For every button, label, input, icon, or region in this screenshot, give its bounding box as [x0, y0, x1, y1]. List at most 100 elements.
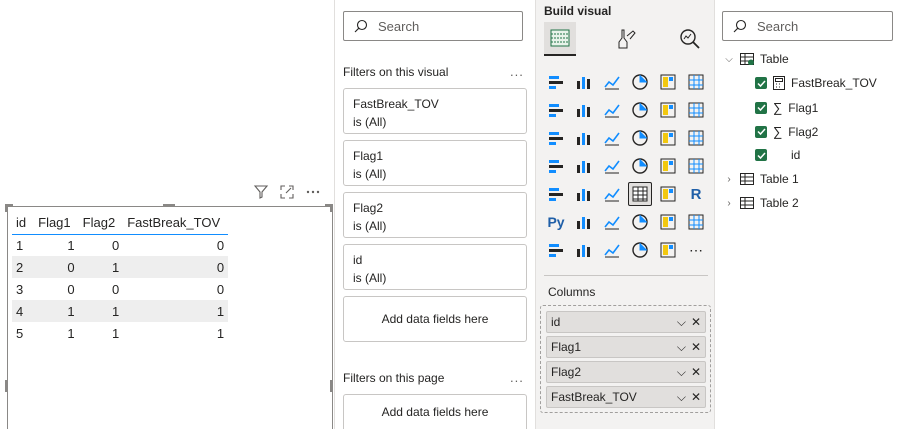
map-icon[interactable]: [544, 154, 568, 178]
chevron-icon[interactable]: [656, 238, 680, 262]
add-data-fields-page[interactable]: Add data fields here: [343, 394, 527, 429]
python-visual-icon[interactable]: Py: [544, 210, 568, 234]
clustered-bar-icon[interactable]: [600, 70, 624, 94]
data-pane: Search ⌵ Table FastBreak_TOV ∑ Flag1 ∑ F…: [715, 0, 897, 429]
waterfall-icon[interactable]: [544, 126, 568, 150]
close-icon[interactable]: ✕: [691, 365, 701, 380]
close-icon[interactable]: ✕: [691, 390, 701, 405]
tree-table-main[interactable]: ⌵ Table: [724, 52, 788, 66]
filter-card-fastbreak[interactable]: FastBreak_TOV is (All): [343, 88, 527, 134]
power-apps-icon[interactable]: [572, 238, 596, 262]
chevron-down-icon[interactable]: ⌵: [724, 54, 734, 65]
line-clustered-icon[interactable]: [656, 98, 680, 122]
matrix-icon[interactable]: [656, 182, 680, 206]
donut-icon[interactable]: [656, 126, 680, 150]
filter-icon[interactable]: [253, 184, 269, 203]
table-icon[interactable]: [628, 182, 652, 206]
table-cell: 1: [34, 300, 79, 322]
resize-handle[interactable]: [330, 380, 333, 392]
area-chart-icon[interactable]: [572, 98, 596, 122]
add-data-fields-visual[interactable]: Add data fields here: [343, 296, 527, 342]
column-header[interactable]: FastBreak_TOV: [123, 212, 229, 235]
filled-map-icon[interactable]: [572, 154, 596, 178]
more-options-icon[interactable]: ...: [510, 64, 524, 79]
filter-card-flag1[interactable]: Flag1 is (All): [343, 140, 527, 186]
column-header[interactable]: Flag1: [34, 212, 79, 235]
metrics-icon[interactable]: [684, 210, 708, 234]
scatter-icon[interactable]: [600, 126, 624, 150]
checkbox-checked-icon[interactable]: [755, 149, 767, 161]
resize-handle[interactable]: [163, 204, 175, 207]
table-cell: 3: [16, 281, 24, 297]
build-visual-tab[interactable]: [544, 22, 576, 56]
ribbon-chart-icon[interactable]: [684, 98, 708, 122]
column-header[interactable]: id: [12, 212, 35, 235]
resize-handle[interactable]: [330, 204, 333, 212]
chevron-down-icon[interactable]: ⌵: [677, 340, 686, 355]
power-automate-icon[interactable]: [600, 238, 624, 262]
field-pill-flag2[interactable]: Flag2 ⌵ ✕: [546, 361, 706, 383]
shape-map-icon[interactable]: [600, 154, 624, 178]
qa-icon[interactable]: [628, 210, 652, 234]
checkbox-checked-icon[interactable]: [755, 125, 767, 138]
line-column-icon[interactable]: [628, 98, 652, 122]
funnel-icon[interactable]: [572, 126, 596, 150]
filter-card-id[interactable]: id is (All): [343, 244, 527, 290]
tree-field-fastbreak[interactable]: FastBreak_TOV: [755, 76, 877, 90]
chevron-down-icon[interactable]: ⌵: [677, 315, 686, 330]
multirow-card-icon[interactable]: [544, 182, 568, 206]
field-pill-flag1[interactable]: Flag1 ⌵ ✕: [546, 336, 706, 358]
line-chart-icon[interactable]: [544, 98, 568, 122]
chevron-right-icon[interactable]: ›: [724, 174, 734, 185]
tree-table-2[interactable]: › Table 2: [724, 196, 798, 210]
table-row: 3 0 0 0: [12, 278, 228, 300]
key-influencers-icon[interactable]: [572, 210, 596, 234]
paginated-report-icon[interactable]: [544, 238, 568, 262]
more-visuals-icon[interactable]: ⋯: [684, 238, 708, 262]
resize-handle[interactable]: [5, 204, 8, 212]
chevron-down-icon[interactable]: ⌵: [677, 390, 686, 405]
format-visual-tab[interactable]: [610, 22, 642, 56]
chevron-right-icon[interactable]: ›: [724, 198, 734, 209]
clustered-column-icon[interactable]: [628, 70, 652, 94]
close-icon[interactable]: ✕: [691, 315, 701, 330]
table-icon: [740, 173, 754, 185]
100-column-icon[interactable]: [684, 70, 708, 94]
r-visual-icon[interactable]: R: [684, 182, 708, 206]
more-options-icon[interactable]: [305, 184, 321, 203]
decomposition-tree-icon[interactable]: [600, 210, 624, 234]
stacked-area-icon[interactable]: [600, 98, 624, 122]
resize-handle[interactable]: [5, 380, 8, 392]
checkbox-checked-icon[interactable]: [755, 77, 767, 89]
tree-table-1[interactable]: › Table 1: [724, 172, 798, 186]
slicer-icon[interactable]: [600, 182, 624, 206]
data-search-input[interactable]: Search: [722, 11, 893, 41]
100-bar-icon[interactable]: [656, 70, 680, 94]
card-icon[interactable]: [684, 154, 708, 178]
field-pill-fastbreak[interactable]: FastBreak_TOV ⌵ ✕: [546, 386, 706, 408]
pie-chart-icon[interactable]: [628, 126, 652, 150]
tree-field-flag1[interactable]: ∑ Flag1: [755, 100, 818, 115]
filters-search-input[interactable]: Search: [343, 11, 523, 41]
treemap-icon[interactable]: [684, 126, 708, 150]
checkbox-checked-icon[interactable]: [755, 101, 767, 114]
stacked-column-icon[interactable]: [572, 70, 596, 94]
close-icon[interactable]: ✕: [691, 340, 701, 355]
table-cell: 2: [12, 256, 35, 278]
more-options-icon[interactable]: ...: [510, 370, 524, 385]
filter-card-flag2[interactable]: Flag2 is (All): [343, 192, 527, 238]
tree-field-id[interactable]: id: [755, 148, 800, 162]
columns-well: id ⌵ ✕ Flag1 ⌵ ✕ Flag2 ⌵ ✕ FastBreak_TOV ⌵ ✕: [540, 305, 711, 413]
chevron-down-icon[interactable]: ⌵: [677, 365, 686, 380]
azure-map-icon[interactable]: [628, 154, 652, 178]
smart-narrative-icon[interactable]: [656, 210, 680, 234]
column-header[interactable]: Flag2: [78, 212, 124, 235]
diamond-icon[interactable]: [628, 238, 652, 262]
kpi-icon[interactable]: [572, 182, 596, 206]
stacked-bar-icon[interactable]: [544, 70, 568, 94]
tree-field-flag2[interactable]: ∑ Flag2: [755, 124, 818, 139]
analytics-tab[interactable]: [674, 22, 706, 56]
field-pill-id[interactable]: id ⌵ ✕: [546, 311, 706, 333]
focus-mode-icon[interactable]: [279, 184, 295, 203]
gauge-icon[interactable]: [656, 154, 680, 178]
